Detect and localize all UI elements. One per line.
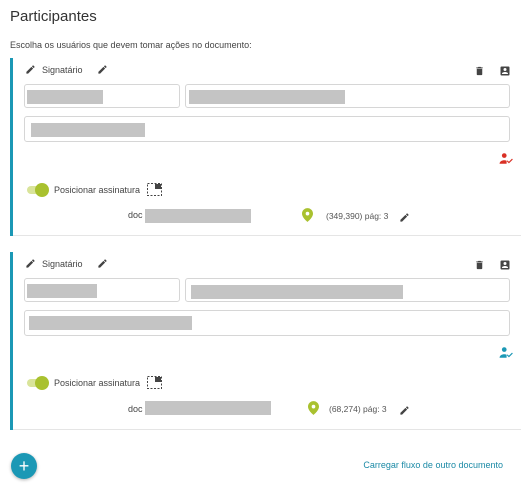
location-pin-icon: [308, 401, 319, 420]
redacted-name: [27, 90, 103, 104]
user-check-icon[interactable]: [499, 346, 513, 364]
name-field[interactable]: [24, 84, 180, 108]
edit-coordinates-icon[interactable]: [399, 210, 410, 228]
redacted-doc-name: [145, 401, 271, 415]
edit-role-icon[interactable]: [97, 258, 108, 269]
extra-field[interactable]: [24, 310, 510, 336]
delete-icon[interactable]: [474, 258, 485, 276]
card-divider: [13, 235, 521, 236]
signature-coordinates: (68,274) pág: 3: [329, 404, 387, 414]
page-subtitle: Escolha os usuários que devem tomar açõe…: [10, 40, 252, 50]
position-signature-label: Posicionar assinatura: [54, 378, 141, 388]
participant-actions: [474, 64, 511, 82]
pen-icon: [25, 64, 36, 75]
page-title: Participantes: [10, 8, 97, 25]
card-divider: [13, 429, 521, 430]
add-participant-button[interactable]: +: [11, 453, 37, 479]
doc-label: doc: [128, 210, 143, 220]
participant-header: Signatário: [25, 64, 108, 75]
name-field[interactable]: [24, 278, 180, 302]
signature-area-icon[interactable]: [147, 183, 162, 201]
redacted-doc-name: [145, 209, 251, 223]
location-pin-icon: [302, 208, 313, 227]
email-field[interactable]: [185, 84, 510, 108]
role-label: Signatário: [42, 258, 83, 269]
participant-header: Signatário: [25, 258, 108, 269]
position-signature-label: Posicionar assinatura: [54, 185, 141, 195]
contact-card-icon[interactable]: [499, 64, 511, 82]
redacted-email: [189, 90, 345, 104]
email-field[interactable]: [185, 278, 510, 302]
user-check-icon[interactable]: [499, 152, 513, 170]
position-signature-toggle[interactable]: [25, 183, 49, 197]
edit-role-icon[interactable]: [97, 64, 108, 75]
delete-icon[interactable]: [474, 64, 485, 82]
load-flow-link[interactable]: Carregar fluxo de outro documento: [363, 460, 503, 470]
plus-icon: +: [18, 456, 30, 476]
redacted-name: [27, 284, 97, 298]
doc-label: doc: [128, 404, 143, 414]
contact-card-icon[interactable]: [499, 258, 511, 276]
participant-actions: [474, 258, 511, 276]
redacted-email: [191, 285, 403, 299]
pen-icon: [25, 258, 36, 269]
redacted-extra: [31, 123, 145, 137]
redacted-extra: [29, 316, 192, 330]
position-signature-toggle[interactable]: [25, 376, 49, 390]
participant-card-2: Signatário Posicionar assinatura doc (68…: [10, 252, 521, 430]
role-label: Signatário: [42, 64, 83, 75]
edit-coordinates-icon[interactable]: [399, 403, 410, 421]
signature-area-icon[interactable]: [147, 376, 162, 394]
signature-coordinates: (349,390) pág: 3: [326, 211, 389, 221]
participant-card-1: Signatário Posicionar assinatura doc (34…: [10, 58, 521, 236]
extra-field[interactable]: [24, 116, 510, 142]
